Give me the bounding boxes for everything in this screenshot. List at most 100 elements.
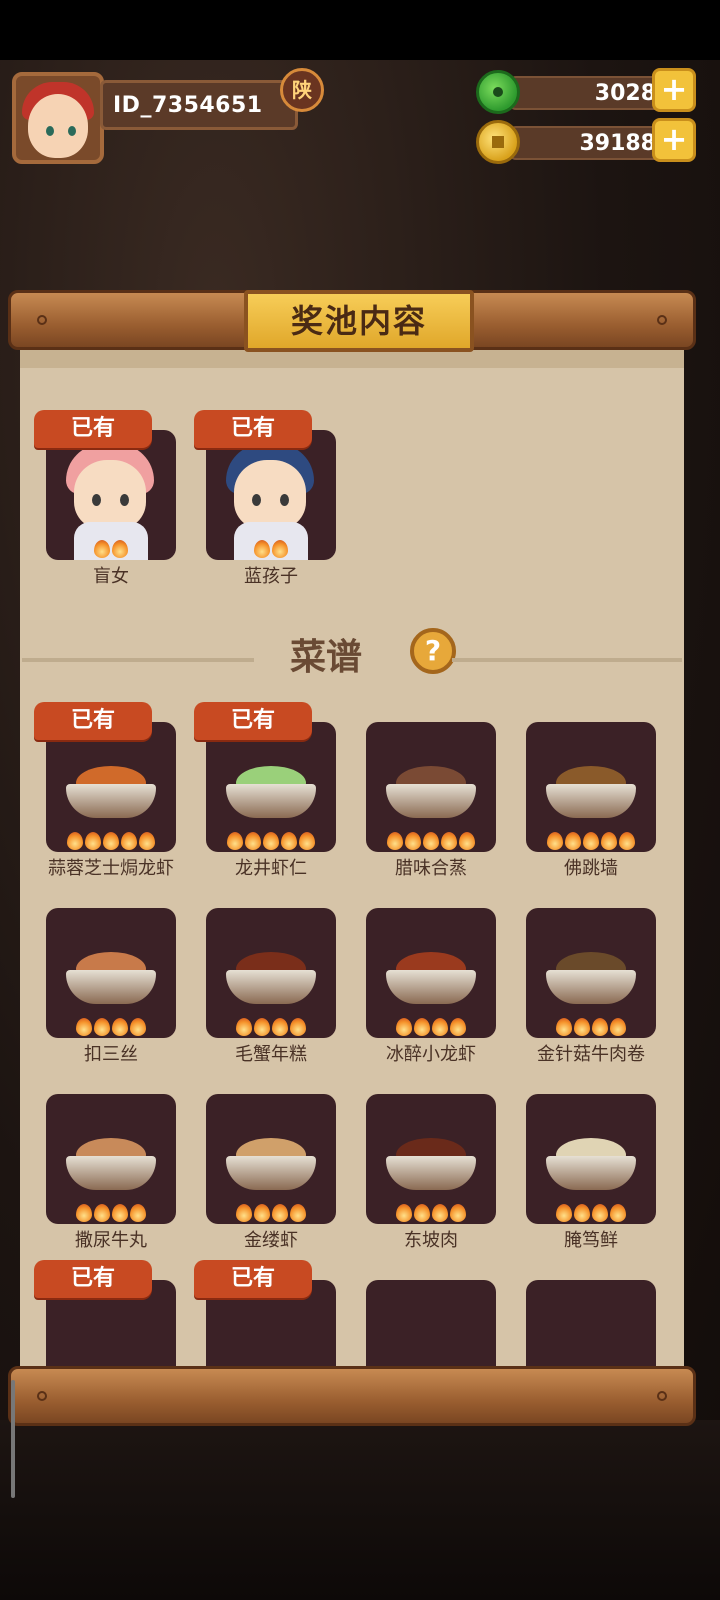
recipe-tile — [206, 1094, 336, 1224]
flame-icon — [94, 1018, 110, 1036]
recipe-name: 腌笃鲜 — [564, 1230, 618, 1251]
dish-bowl — [546, 970, 636, 1004]
recipe-name: 东坡肉 — [404, 1230, 458, 1251]
avatar-eye — [68, 126, 76, 136]
dish-image — [546, 948, 636, 1006]
flame-icon — [396, 1018, 412, 1036]
recipe-name: 金缕虾 — [244, 1230, 298, 1251]
flame-icon — [76, 1204, 92, 1222]
recipe-card[interactable]: 金针菇牛肉卷 — [526, 908, 656, 1065]
add-coin-button[interactable]: + — [652, 118, 696, 162]
flame-icon — [610, 1018, 626, 1036]
flame-icon — [290, 1018, 306, 1036]
owned-badge: 已有 — [34, 1260, 152, 1298]
dish-image — [546, 1134, 636, 1192]
recipe-tile — [206, 908, 336, 1038]
jade-bar: 3028 — [508, 76, 670, 110]
owned-badge: 已有 — [194, 1260, 312, 1298]
recipe-tile — [526, 1094, 656, 1224]
flame-icon — [112, 1018, 128, 1036]
flame-icon — [583, 832, 599, 850]
flame-rating — [526, 1204, 656, 1222]
flame-rating — [46, 832, 176, 850]
flame-rating — [206, 832, 336, 850]
help-button[interactable]: ? — [410, 628, 456, 674]
recipe-card[interactable]: 已有 — [34, 1260, 176, 1366]
recipe-tile — [526, 722, 656, 852]
recipe-card[interactable]: 已有 龙井虾仁 — [194, 702, 336, 879]
flame-icon — [414, 1204, 430, 1222]
recipe-card[interactable]: 腊味合蒸 — [366, 722, 496, 879]
character-card[interactable]: 已有 盲女 — [34, 410, 176, 587]
recipe-card[interactable]: 毛蟹年糕 — [206, 908, 336, 1065]
recipe-card[interactable]: 撒尿牛丸 — [46, 1094, 176, 1251]
rod-nail — [37, 315, 47, 325]
flame-icon — [414, 1018, 430, 1036]
flame-icon — [387, 832, 403, 850]
add-jade-button[interactable]: + — [652, 68, 696, 112]
jade-amount: 3028 — [594, 81, 656, 106]
recipe-card[interactable]: 已有 蒜蓉芝士焗龙虾 — [34, 702, 176, 879]
player-avatar[interactable] — [12, 72, 104, 164]
recipe-card[interactable]: 冰醉小龙虾 — [366, 908, 496, 1065]
recipe-card[interactable]: 佛跳墙 — [526, 722, 656, 879]
flame-icon — [556, 1204, 572, 1222]
flame-icon — [130, 1204, 146, 1222]
flame-rating — [526, 832, 656, 850]
recipe-name: 腊味合蒸 — [395, 858, 467, 879]
recipe-tile — [366, 1094, 496, 1224]
flame-rating — [366, 1018, 496, 1036]
flame-icon — [85, 832, 101, 850]
avatar-face — [28, 94, 88, 158]
recipe-card[interactable]: 扣三丝 — [46, 908, 176, 1065]
coin-bar: 39188 — [508, 126, 670, 160]
character-card[interactable]: 已有 蓝孩子 — [194, 410, 336, 587]
rod-nail — [657, 1391, 667, 1401]
prize-pool-panel: 已有 盲女 已有 蓝孩子 菜谱 ? 已有 蒜蓉芝士焗龙虾 已有 龙井虾仁 腊味合蒸 佛跳墙… — [20, 346, 684, 1366]
owned-badge: 已有 — [34, 702, 152, 740]
dish-image — [66, 1134, 156, 1192]
dish-bowl — [66, 970, 156, 1004]
recipe-card[interactable]: 腌笃鲜 — [526, 1094, 656, 1251]
flame-icon — [547, 832, 563, 850]
scrollbar[interactable] — [11, 1380, 15, 1498]
flame-icon — [67, 832, 83, 850]
flame-icon — [130, 1018, 146, 1036]
recipe-card[interactable]: 金缕虾 — [206, 1094, 336, 1251]
flame-icon — [441, 832, 457, 850]
owned-badge: 已有 — [194, 702, 312, 740]
flame-icon — [432, 1204, 448, 1222]
flame-icon — [299, 832, 315, 850]
flame-rating — [46, 1204, 176, 1222]
recipe-card[interactable]: 东坡肉 — [366, 1094, 496, 1251]
rod-nail — [37, 1391, 47, 1401]
recipe-name: 金针菇牛肉卷 — [537, 1044, 645, 1065]
character-tile — [206, 430, 336, 560]
flame-rating — [206, 1204, 336, 1222]
coin-currency: 39188 + — [476, 118, 696, 164]
recipe-card[interactable]: 已有 — [194, 1260, 336, 1366]
flame-icon — [281, 832, 297, 850]
recipe-tile — [46, 908, 176, 1038]
region-badge: 陕 — [280, 68, 324, 112]
flame-icon — [112, 1204, 128, 1222]
flame-rating — [526, 1018, 656, 1036]
dish-image — [66, 948, 156, 1006]
flame-icon — [405, 832, 421, 850]
flame-icon — [592, 1018, 608, 1036]
recipe-name: 冰醉小龙虾 — [386, 1044, 476, 1065]
recipe-tile — [526, 1280, 656, 1366]
dish-image — [386, 1134, 476, 1192]
dish-bowl — [226, 970, 316, 1004]
flame-icon — [139, 832, 155, 850]
flame-icon — [236, 1204, 252, 1222]
character-eye — [92, 494, 101, 506]
recipe-name: 毛蟹年糕 — [235, 1044, 307, 1065]
divider-line — [22, 658, 254, 662]
recipe-name: 扣三丝 — [84, 1044, 138, 1065]
recipe-card[interactable] — [526, 1280, 656, 1366]
coin-amount: 39188 — [579, 131, 656, 156]
jade-currency: 3028 + — [476, 68, 696, 114]
recipe-card[interactable] — [366, 1280, 496, 1366]
panel-title-plate: 奖池内容 — [244, 290, 474, 352]
